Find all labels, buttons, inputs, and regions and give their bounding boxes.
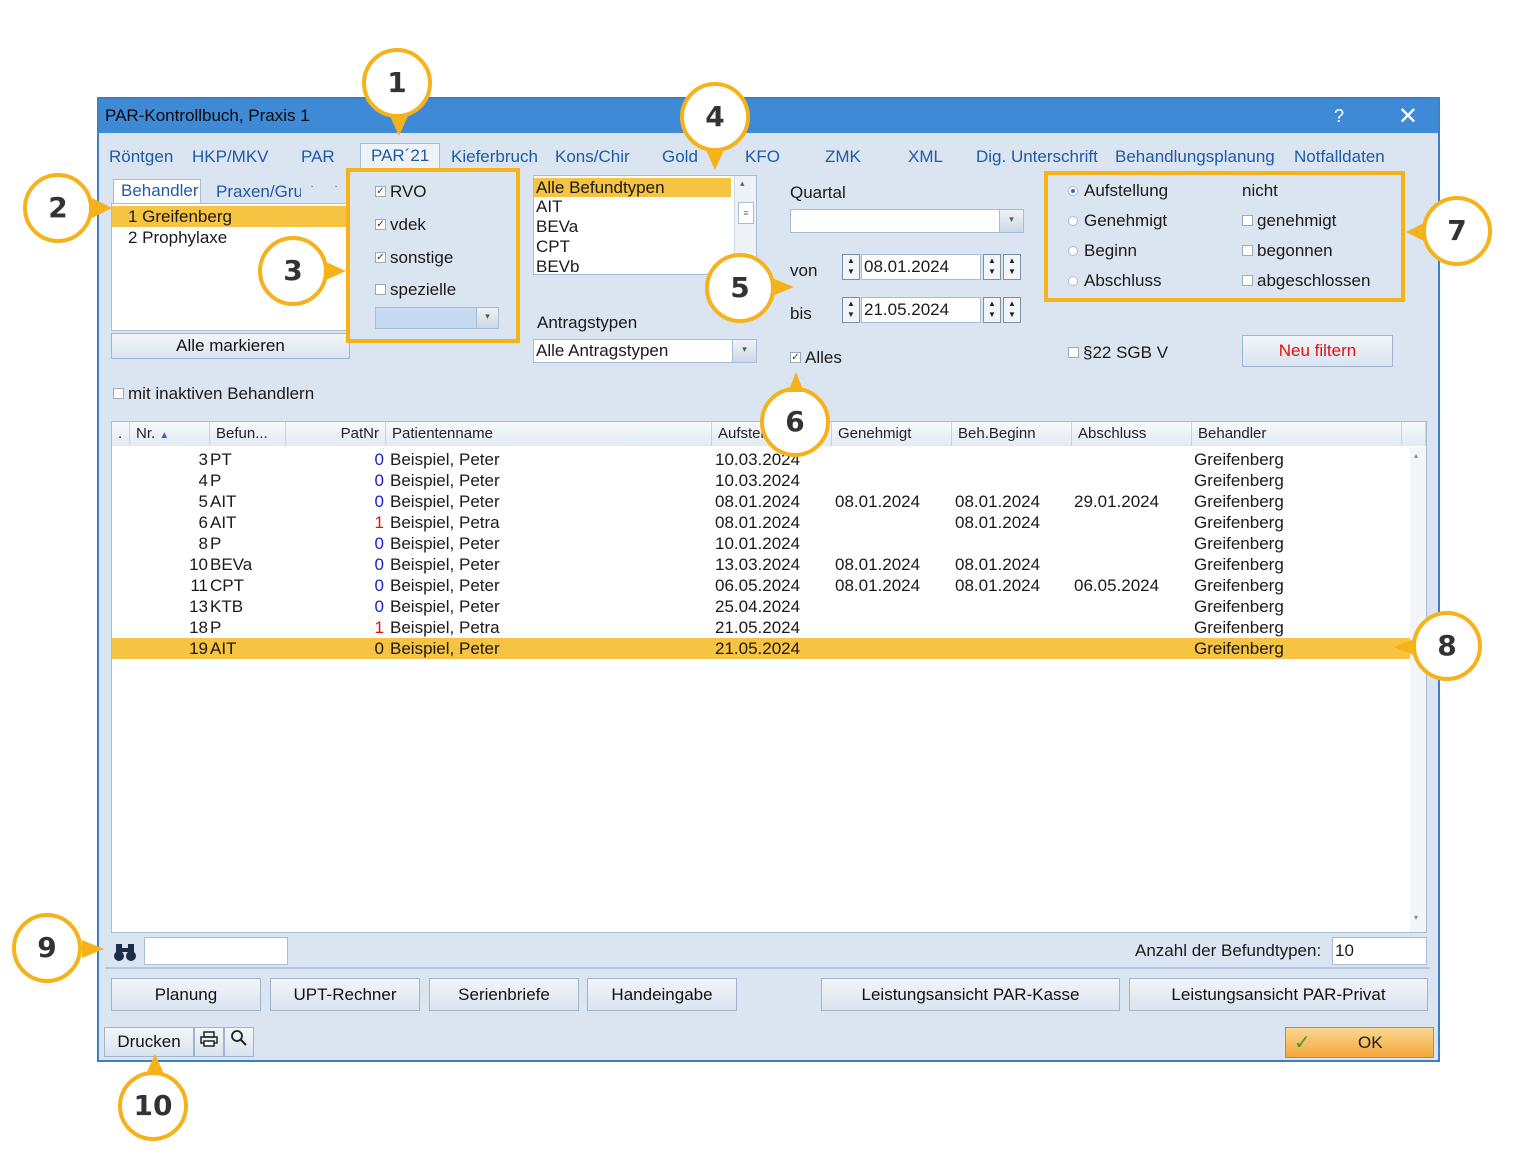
pointer-2 [92, 198, 112, 218]
pointer-6 [788, 372, 804, 392]
pointer-9 [82, 940, 104, 958]
pointer-7 [1406, 222, 1426, 242]
pointer-4 [706, 150, 724, 170]
pointer-10 [146, 1054, 164, 1074]
pointer-1 [390, 116, 408, 136]
callout-pointers [82, 116, 1426, 1074]
pointer-3 [326, 262, 346, 280]
pointer-5 [772, 278, 794, 296]
pointer-8 [1394, 638, 1416, 656]
